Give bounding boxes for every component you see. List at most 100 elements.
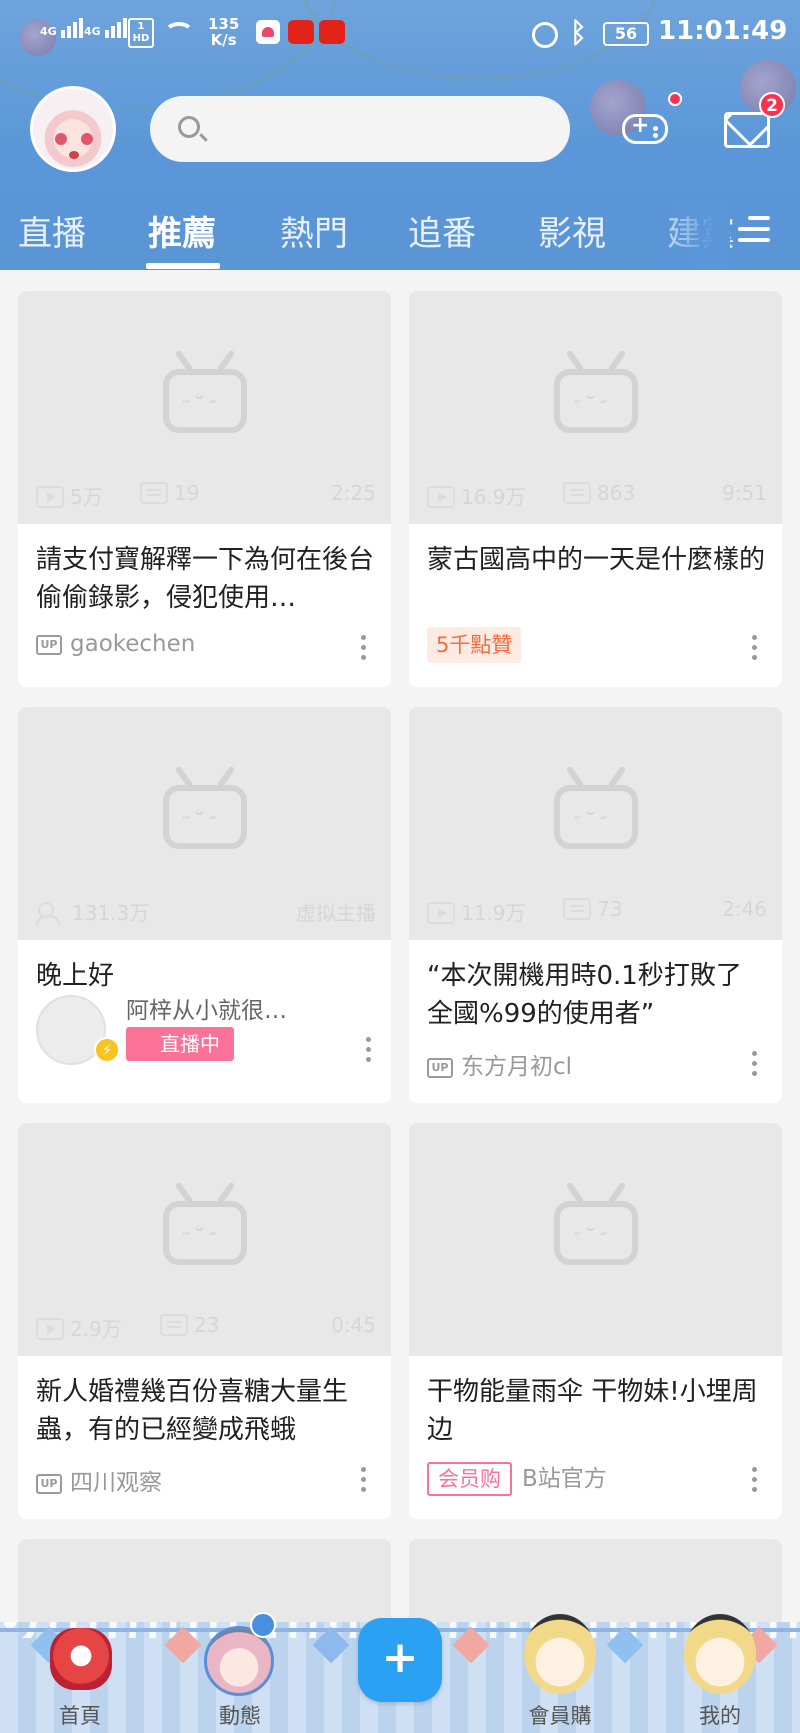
gamepad-icon [622, 113, 668, 144]
danmaku-count: 19 [174, 481, 200, 505]
game-center-button[interactable] [620, 108, 670, 150]
search-input[interactable] [150, 96, 570, 162]
video-title: “本次開機用時0.1秒打敗了全國%99的使用者” [427, 961, 742, 1029]
video-thumbnail: ˶ᵕ˶ 16.9万 863 9:51 [409, 291, 782, 524]
wifi-icon [164, 22, 194, 44]
play-count: 5万 [70, 485, 103, 509]
video-feed: ˶ᵕ˶ 5万 19 2:25 請支付寶解釋一下為何在後台偷偷錄影，侵犯使用… U… [0, 270, 800, 1659]
speed-value: 135 [208, 15, 240, 33]
live-card[interactable]: ˶ᵕ˶ 131.3万 虚拟主播 晚上好 ⚡ 阿梓从小就很… 直播中 [18, 707, 391, 1103]
danmaku-icon [160, 1314, 188, 1336]
uploader-name: 四川观察 [70, 1470, 162, 1496]
nav-dynamic-label: 動態 [219, 1704, 261, 1728]
nav-home[interactable]: 首頁 [20, 1622, 140, 1733]
network-type: 4G [40, 25, 57, 38]
health-app-icon [256, 20, 280, 44]
play-count-icon [36, 1318, 64, 1340]
more-options-icon[interactable] [751, 635, 757, 661]
lenovo-app-icon [288, 20, 314, 44]
danmaku-count: 863 [597, 481, 636, 505]
video-card[interactable]: ˶ᵕ˶ 5万 19 2:25 請支付寶解釋一下為何在後台偷偷錄影，侵犯使用… U… [18, 291, 391, 687]
duration: 2:25 [331, 481, 376, 505]
danmaku-icon [140, 482, 168, 504]
card-footer: 会员购 B站官方 [427, 1459, 767, 1496]
top-header: 4G 4G 1HD 135K/s ᛒ 56 11:01:49 2 直播 推薦 熱… [0, 0, 800, 270]
play-count: 11.9万 [461, 901, 526, 925]
nav-home-label: 首頁 [59, 1704, 101, 1728]
video-card[interactable]: ˶ᵕ˶ 2.9万 23 0:45 新人婚禮幾百份喜糖大量生蟲，有的已經變成飛蛾 … [18, 1123, 391, 1519]
up-badge: UP [36, 635, 62, 655]
tab-recommend[interactable]: 推薦 [148, 206, 216, 255]
chibi-icon [684, 1614, 756, 1694]
hd-label: HD [132, 33, 150, 44]
alarm-icon [532, 22, 558, 48]
product-title: 干物能量雨伞 干物妹!小埋周边 [427, 1377, 758, 1445]
search-icon [178, 116, 200, 138]
duration: 0:45 [331, 1313, 376, 1337]
speed-unit: K/s [210, 31, 237, 49]
hd-sim: 1 [137, 21, 145, 32]
lightning-icon: ⚡ [94, 1037, 120, 1063]
tab-indicator [146, 263, 220, 269]
bilibili-tv-icon: ˶ᵕ˶ [554, 1201, 638, 1265]
video-stats: 16.9万 863 9:51 [427, 481, 767, 511]
more-options-icon[interactable] [360, 635, 366, 661]
duration: 2:46 [722, 897, 767, 921]
bluetooth-icon: ᛒ [570, 16, 587, 49]
more-options-icon[interactable] [360, 1467, 366, 1493]
network-speed: 135 K/s [208, 16, 239, 48]
up-badge: UP [36, 1474, 62, 1494]
mail-badge: 2 [759, 92, 785, 118]
card-footer: 5千點贊 [427, 627, 767, 663]
product-card[interactable]: ˶ᵕ˶ 干物能量雨伞 干物妹!小埋周边 会员购 B站官方 [409, 1123, 782, 1519]
nav-vip-shop[interactable]: 會員購 [500, 1614, 620, 1733]
nav-dynamic[interactable]: 動態 [180, 1622, 300, 1733]
bilibili-tv-icon: ˶ᵕ˶ [163, 369, 247, 433]
mail-button[interactable] [724, 112, 770, 148]
tab-film[interactable]: 影視 [538, 206, 606, 255]
tab-bangumi[interactable]: 追番 [408, 206, 476, 255]
play-count-icon [427, 902, 455, 924]
video-stats: 11.9万 73 2:46 [427, 897, 767, 927]
signal-icon: 4G [40, 18, 85, 38]
video-title: 蒙古國高中的一天是什麼樣的 [427, 545, 766, 575]
user-avatar[interactable] [30, 86, 116, 172]
clock: 11:01:49 [658, 16, 788, 46]
play-count: 16.9万 [461, 485, 526, 509]
nav-mine[interactable]: 我的 [660, 1614, 780, 1733]
more-options-icon[interactable] [751, 1051, 757, 1077]
nav-vip-shop-label: 會員購 [528, 1704, 592, 1728]
card-footer: UP gaokechen [36, 631, 376, 665]
network-type: 4G [84, 25, 101, 38]
bilibili-tv-icon: ˶ᵕ˶ [163, 1201, 247, 1265]
battery-indicator: 56 [603, 22, 649, 46]
danmaku-count: 73 [597, 897, 623, 921]
danmaku-icon [563, 482, 591, 504]
live-status-badge: 直播中 [126, 1027, 234, 1061]
tab-hot[interactable]: 熱門 [280, 206, 348, 255]
bottom-nav: 首頁 動態 + 會員購 我的 [0, 1612, 800, 1733]
upload-plus-button[interactable]: + [358, 1618, 442, 1702]
tabs-menu-button[interactable] [738, 214, 770, 244]
card-footer: UP 四川观察 [36, 1463, 376, 1497]
video-title: 新人婚禮幾百份喜糖大量生蟲，有的已經變成飛蛾 [36, 1377, 349, 1445]
hd-icon: 1 HD [128, 18, 154, 48]
video-card[interactable]: ˶ᵕ˶ 16.9万 863 9:51 蒙古國高中的一天是什麼樣的 5千點贊 [409, 291, 782, 687]
category-tabs: 直播 推薦 熱門 追番 影視 建黨 [0, 200, 800, 270]
tab-live[interactable]: 直播 [18, 206, 86, 255]
likes-tag: 5千點贊 [427, 627, 522, 663]
uploader-name: 东方月初cl [461, 1054, 573, 1080]
uploader-name: B站官方 [522, 1466, 607, 1492]
status-bar: 4G 4G 1 HD 135 K/s ᛒ 56 11:01:49 [0, 10, 800, 58]
streamer-name: 阿梓从小就很… [126, 998, 287, 1024]
video-card[interactable]: ˶ᵕ˶ 11.9万 73 2:46 “本次開機用時0.1秒打敗了全國%99的使用… [409, 707, 782, 1103]
bilibili-tv-icon: ˶ᵕ˶ [554, 785, 638, 849]
more-options-icon[interactable] [751, 1467, 757, 1493]
more-options-icon[interactable] [365, 1037, 371, 1063]
live-stats: 131.3万 虚拟主播 [36, 897, 376, 927]
card-footer: UP 东方月初cl [427, 1047, 767, 1081]
duration: 9:51 [722, 481, 767, 505]
play-count-icon [36, 486, 64, 508]
bilibili-tv-icon: ˶ᵕ˶ [554, 369, 638, 433]
signal-icon: 4G [84, 18, 129, 38]
